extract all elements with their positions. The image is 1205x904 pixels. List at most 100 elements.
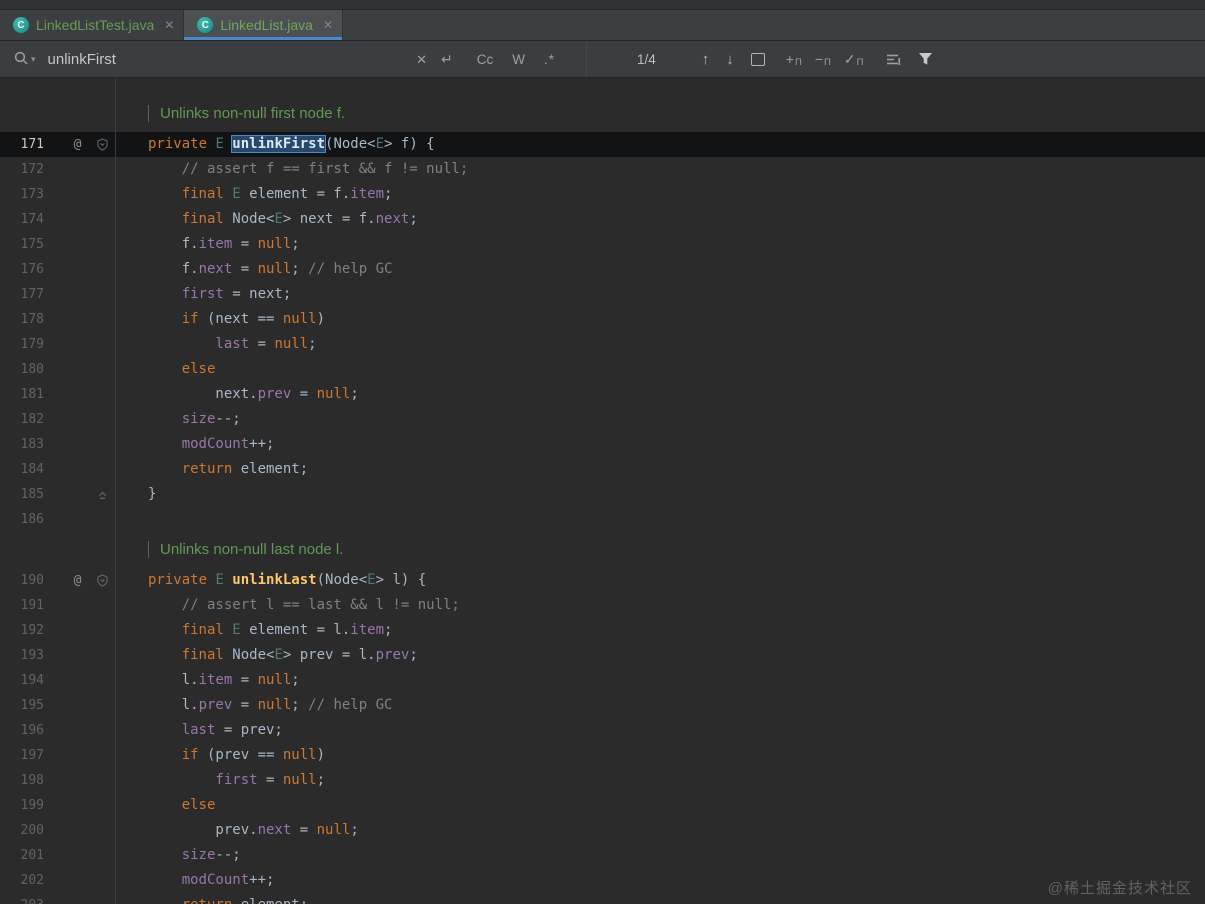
line-number[interactable]: 196 [6,718,44,743]
code-text[interactable]: final E element = f.item; [115,182,1205,207]
code-line[interactable]: 171 @ private E unlinkFirst(Node<E> f) { [0,132,1205,157]
gutter[interactable] [0,532,115,568]
gutter[interactable]: 203 [0,893,115,904]
code-text[interactable]: if (prev == null) [115,743,1205,768]
code-text[interactable]: first = next; [115,282,1205,307]
clear-search-icon[interactable]: ✕ [416,53,427,66]
code-line[interactable]: 200 prev.next = null; [0,818,1205,843]
gutter[interactable]: 190 @ [0,568,115,593]
gutter[interactable]: 193 [0,643,115,668]
code-line[interactable]: 185} [0,482,1205,507]
code-line[interactable]: 184 return element; [0,457,1205,482]
code-line[interactable]: 182 size--; [0,407,1205,432]
line-number[interactable]: 180 [6,357,44,382]
gutter[interactable]: 179 [0,332,115,357]
line-number[interactable]: 198 [6,768,44,793]
previous-occurrence-button[interactable]: ↑ [702,51,710,68]
line-number[interactable]: 171 [6,132,44,157]
line-number[interactable]: 194 [6,668,44,693]
code-text[interactable]: else [115,793,1205,818]
code-text[interactable]: if (next == null) [115,307,1205,332]
line-number[interactable]: 174 [6,207,44,232]
tab-label[interactable]: LinkedListTest.java [36,17,154,33]
code-line[interactable]: 174 final Node<E> next = f.next; [0,207,1205,232]
line-number[interactable]: 197 [6,743,44,768]
line-number[interactable]: 181 [6,382,44,407]
code-text[interactable] [115,507,1205,532]
gutter[interactable]: 183 [0,432,115,457]
code-line[interactable]: 203 return element; [0,893,1205,904]
gutter[interactable] [0,96,115,132]
code-text[interactable]: f.next = null; // help GC [115,257,1205,282]
gutter[interactable]: 200 [0,818,115,843]
gutter[interactable]: 172 [0,157,115,182]
search-results-lines-icon[interactable] [886,53,901,66]
match-case-toggle[interactable]: Cc [477,52,494,67]
code-line[interactable]: 180 else [0,357,1205,382]
code-text[interactable]: size--; [115,407,1205,432]
line-number[interactable]: 173 [6,182,44,207]
code-text[interactable]: // assert l == last && l != null; [115,593,1205,618]
search-icon[interactable] [14,51,28,67]
rendered-doc-comment[interactable]: Unlinks non-null first node f. [0,96,1205,132]
code-text[interactable]: f.item = null; [115,232,1205,257]
code-text[interactable]: last = null; [115,332,1205,357]
code-line[interactable]: 202 modCount++; [0,868,1205,893]
code-text[interactable]: return element; [115,893,1205,904]
search-field[interactable]: ▾ unlinkFirst ✕ ↵ Cc W .* [14,41,587,77]
line-number[interactable]: 172 [6,157,44,182]
line-number[interactable]: 186 [6,507,44,532]
regex-toggle[interactable]: .* [544,52,555,67]
code-line[interactable]: 198 first = null; [0,768,1205,793]
line-number[interactable]: 182 [6,407,44,432]
line-number[interactable]: 175 [6,232,44,257]
gutter[interactable]: 176 [0,257,115,282]
gutter[interactable]: 182 [0,407,115,432]
filter-funnel-icon[interactable] [918,52,933,66]
code-text[interactable]: else [115,357,1205,382]
code-line[interactable]: 194 l.item = null; [0,668,1205,693]
gutter[interactable]: 201 [0,843,115,868]
select-all-occurrences-icon[interactable]: ✓ Π [844,51,865,68]
line-number[interactable]: 199 [6,793,44,818]
code-line[interactable]: 181 next.prev = null; [0,382,1205,407]
code-text[interactable]: modCount++; [115,432,1205,457]
code-text[interactable]: final Node<E> prev = l.prev; [115,643,1205,668]
code-text[interactable]: private E unlinkLast(Node<E> l) { [115,568,1205,593]
tab-close-icon[interactable]: ✕ [164,18,174,32]
annotation-at-icon[interactable]: @ [65,132,90,157]
code-line[interactable]: 176 f.next = null; // help GC [0,257,1205,282]
add-occurrence-icon[interactable]: + Π [786,51,803,68]
gutter[interactable]: 196 [0,718,115,743]
tab-label[interactable]: LinkedList.java [220,17,313,33]
line-number[interactable]: 184 [6,457,44,482]
code-line[interactable]: 199 else [0,793,1205,818]
gutter[interactable]: 191 [0,593,115,618]
gutter[interactable]: 173 [0,182,115,207]
gutter[interactable]: 186 [0,507,115,532]
code-text[interactable]: l.prev = null; // help GC [115,693,1205,718]
gutter[interactable]: 181 [0,382,115,407]
line-number[interactable]: 192 [6,618,44,643]
line-number[interactable]: 179 [6,332,44,357]
line-number[interactable]: 178 [6,307,44,332]
code-text[interactable]: return element; [115,457,1205,482]
code-line[interactable]: 173 final E element = f.item; [0,182,1205,207]
tab-linkedlist-java[interactable]: C LinkedList.java ✕ [184,10,344,40]
code-line[interactable]: 178 if (next == null) [0,307,1205,332]
code-text[interactable]: next.prev = null; [115,382,1205,407]
code-line[interactable]: 196 last = prev; [0,718,1205,743]
code-line[interactable]: 193 final Node<E> prev = l.prev; [0,643,1205,668]
search-history-chevron-icon[interactable]: ▾ [31,54,36,65]
line-number[interactable]: 195 [6,693,44,718]
line-number[interactable]: 177 [6,282,44,307]
search-query-text[interactable]: unlinkFirst [48,51,417,68]
gutter[interactable]: 185 [0,482,115,507]
line-number[interactable]: 202 [6,868,44,893]
gutter[interactable]: 199 [0,793,115,818]
code-line[interactable]: 183 modCount++; [0,432,1205,457]
code-text[interactable]: } [115,482,1205,507]
code-editor[interactable]: Unlinks non-null first node f. 171 @ privat… [0,78,1205,904]
code-text[interactable]: // assert f == first && f != null; [115,157,1205,182]
gutter[interactable]: 194 [0,668,115,693]
